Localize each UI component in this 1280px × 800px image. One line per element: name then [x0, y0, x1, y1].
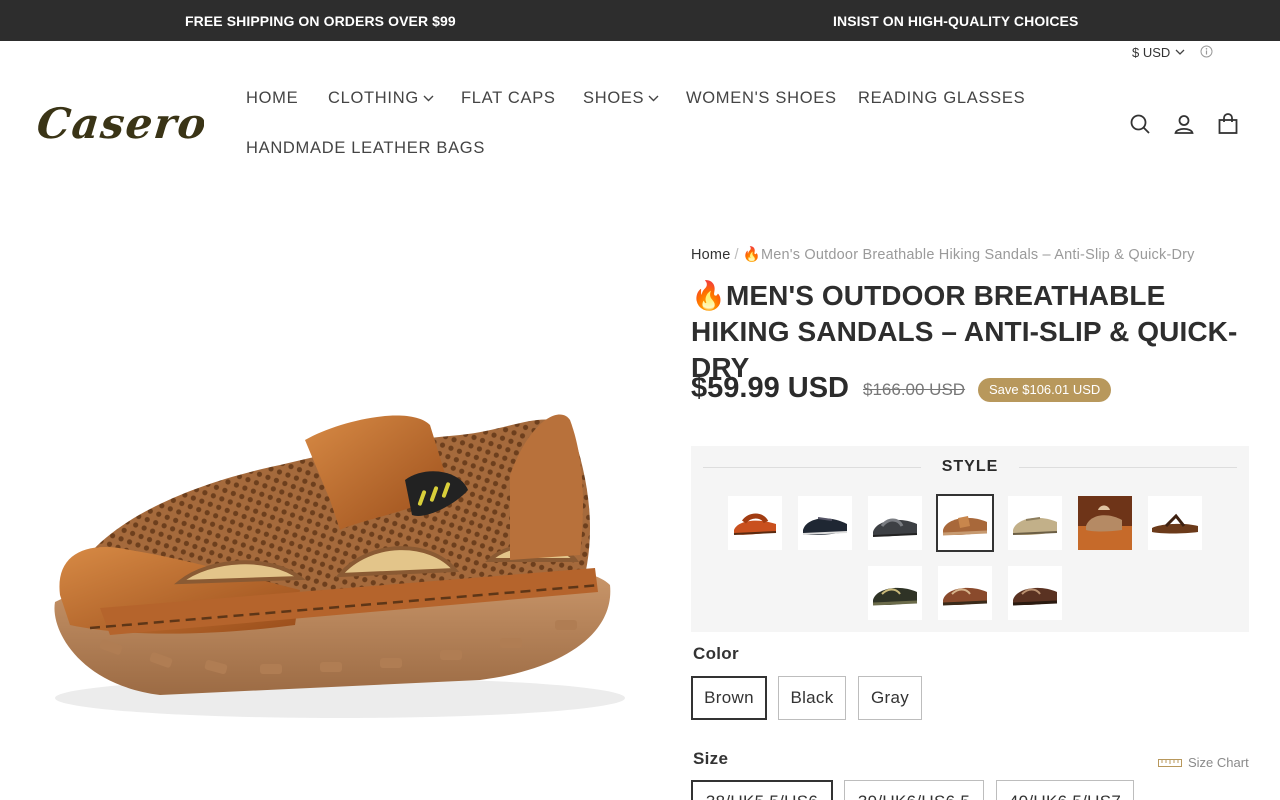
- nav-flat-caps-label: FLAT CAPS: [461, 89, 556, 107]
- chevron-down-icon: [648, 95, 659, 102]
- save-badge: Save $106.01 USD: [978, 378, 1112, 402]
- size-chart-link[interactable]: Size Chart: [1158, 755, 1249, 770]
- account-icon[interactable]: [1173, 113, 1195, 135]
- info-icon[interactable]: [1200, 45, 1213, 58]
- product-main-image[interactable]: [40, 380, 630, 740]
- nav-home-label: HOME: [246, 89, 299, 107]
- nav-shoes[interactable]: SHOES: [583, 89, 659, 108]
- size-option-40[interactable]: 40/UK6.5/US7: [996, 780, 1134, 800]
- style-thumb-black-slip-on-shoe[interactable]: [798, 496, 852, 550]
- currency-selector[interactable]: $ USD: [1132, 45, 1185, 60]
- compare-at-price: $166.00 USD: [863, 380, 966, 399]
- announcement-free-shipping: FREE SHIPPING ON ORDERS OVER $99: [185, 13, 456, 29]
- product-title: 🔥MEN'S OUTDOOR BREATHABLE HIKING SANDALS…: [691, 280, 1238, 383]
- chevron-down-icon: [1175, 49, 1185, 55]
- size-option-39[interactable]: 39/UK6/US6.5: [844, 780, 984, 800]
- style-thumb-brown-flip-flop[interactable]: [1148, 496, 1202, 550]
- product-price: $59.99 USD: [691, 372, 849, 404]
- style-thumb-brown-lifestyle-photo[interactable]: [1078, 496, 1132, 550]
- style-thumb-gray-strap-sandal[interactable]: [868, 496, 922, 550]
- color-option-gray[interactable]: Gray: [858, 676, 922, 720]
- size-label: Size: [693, 749, 729, 768]
- nav-handmade-leather-bags[interactable]: HANDMADE LEATHER BAGS: [246, 139, 485, 158]
- nav-handmade-leather-bags-label: HANDMADE LEATHER BAGS: [246, 139, 486, 157]
- nav-womens-shoes[interactable]: WOMEN'S SHOES: [686, 89, 837, 108]
- style-thumb-dark-brown-closed-toe-sandal[interactable]: [1008, 566, 1062, 620]
- nav-reading-glasses-label: READING GLASSES: [858, 89, 1026, 107]
- color-option-black[interactable]: Black: [778, 676, 846, 720]
- nav-home[interactable]: HOME: [246, 89, 298, 108]
- style-thumb-brown-mesh-sandal[interactable]: [936, 494, 994, 552]
- breadcrumb-current: 🔥Men's Outdoor Breathable Hiking Sandals…: [742, 247, 1195, 263]
- size-option-38[interactable]: 38/UK5.5/US6: [691, 780, 833, 800]
- nav-shoes-label: SHOES: [583, 89, 645, 107]
- currency-label: $ USD: [1132, 45, 1171, 60]
- breadcrumb-home[interactable]: Home: [691, 247, 730, 263]
- breadcrumb: Home / 🔥Men's Outdoor Breathable Hiking Sa…: [691, 246, 1195, 263]
- nav-flat-caps[interactable]: FLAT CAPS: [461, 89, 556, 108]
- nav-clothing[interactable]: CLOTHING: [328, 89, 434, 108]
- cart-bag-icon[interactable]: [1217, 113, 1239, 135]
- announcement-quality: INSIST ON HIGH-QUALITY CHOICES: [833, 13, 1079, 29]
- style-label: STYLE: [941, 458, 999, 475]
- ruler-icon: [1158, 758, 1182, 767]
- style-thumb-beige-mesh-shoe[interactable]: [1008, 496, 1062, 550]
- brand-logo-text: Caserot: [38, 98, 204, 148]
- color-label: Color: [693, 644, 739, 663]
- style-thumb-brown-closed-toe-sandal[interactable]: [938, 566, 992, 620]
- color-option-brown[interactable]: Brown: [691, 676, 767, 720]
- nav-clothing-label: CLOTHING: [328, 89, 419, 107]
- nav-reading-glasses[interactable]: READING GLASSES: [858, 89, 1025, 108]
- size-chart-label: Size Chart: [1188, 755, 1249, 770]
- nav-womens-shoes-label: WOMEN'S SHOES: [686, 89, 837, 107]
- style-thumb-dark-green-closed-toe-sandal[interactable]: [868, 566, 922, 620]
- chevron-down-icon: [423, 95, 434, 102]
- breadcrumb-separator: /: [734, 247, 739, 263]
- style-selector: STYLE: [691, 446, 1249, 632]
- announcement-bar: FREE SHIPPING ON ORDERS OVER $99 INSIST …: [0, 0, 1280, 41]
- brand-logo[interactable]: Caserot: [38, 96, 204, 152]
- style-thumb-orange-slide-sandal[interactable]: [728, 496, 782, 550]
- search-icon[interactable]: [1129, 113, 1151, 135]
